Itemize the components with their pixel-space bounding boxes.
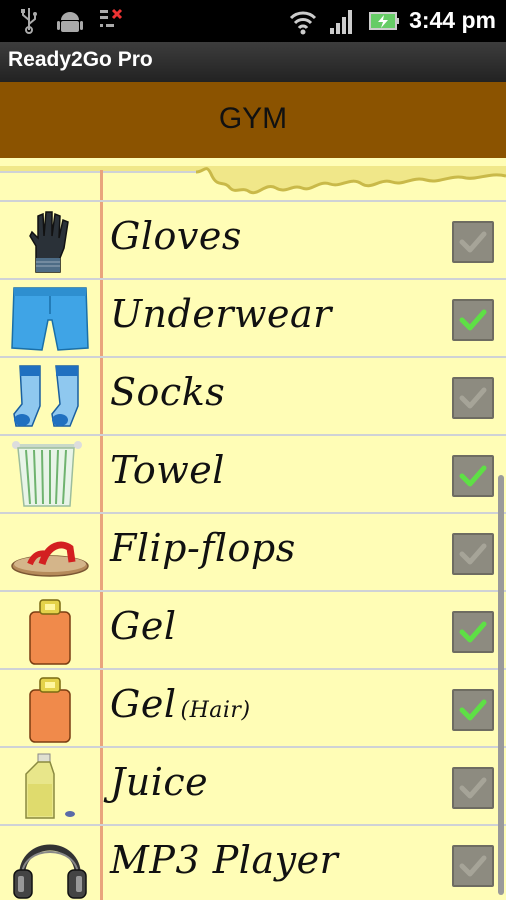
- checklist[interactable]: Gloves Underwear Socks Towel Flip-flops …: [0, 158, 506, 900]
- category-title: GYM: [218, 102, 288, 135]
- headphones-icon: [13, 844, 87, 899]
- sync-error-icon: [100, 8, 123, 27]
- wifi-icon: [289, 11, 317, 35]
- category-header[interactable]: GYM: [0, 82, 506, 160]
- item-checkbox[interactable]: [452, 377, 494, 419]
- status-bar: 3:44 pm: [0, 0, 506, 42]
- usb-icon: [21, 8, 37, 34]
- check-icon: [459, 699, 487, 721]
- list-item[interactable]: Gel (Hair): [0, 668, 506, 746]
- item-label: Gel (Hair): [110, 682, 251, 726]
- check-icon: [459, 777, 487, 799]
- list-item[interactable]: Gel: [0, 590, 506, 668]
- gel-bottle-icon: [29, 599, 71, 665]
- item-label: MP3 Player: [110, 838, 339, 882]
- item-label: Underwear: [110, 292, 332, 336]
- towel-icon: [12, 441, 82, 507]
- list-item[interactable]: Flip-flops: [0, 512, 506, 590]
- check-icon: [459, 621, 487, 643]
- status-time: 3:44 pm: [409, 7, 496, 33]
- item-checkbox[interactable]: [452, 533, 494, 575]
- flip-flops-icon: [11, 541, 89, 577]
- check-icon: [459, 309, 487, 331]
- list-item[interactable]: Socks: [0, 356, 506, 434]
- item-label: Flip-flops: [110, 526, 296, 570]
- gel-bottle-icon: [29, 677, 71, 743]
- juice-bottle-icon: [25, 753, 75, 819]
- android-debug-icon: [57, 12, 83, 32]
- item-label: Gloves: [110, 214, 242, 258]
- gloves-icon: [29, 211, 69, 273]
- item-checkbox[interactable]: [452, 845, 494, 887]
- item-label: Socks: [110, 370, 226, 414]
- item-checkbox[interactable]: [452, 767, 494, 809]
- check-icon: [459, 231, 487, 253]
- item-checkbox[interactable]: [452, 221, 494, 263]
- check-icon: [459, 543, 487, 565]
- list-item[interactable]: MP3 Player: [0, 824, 506, 900]
- signal-icon: [330, 10, 352, 34]
- item-checkbox[interactable]: [452, 455, 494, 497]
- item-label: Towel: [110, 448, 225, 492]
- torn-paper-edge: [0, 166, 506, 195]
- list-item[interactable]: Towel: [0, 434, 506, 512]
- item-checkbox[interactable]: [452, 611, 494, 653]
- underwear-icon: [11, 287, 89, 351]
- item-checkbox[interactable]: [452, 299, 494, 341]
- check-icon: [459, 387, 487, 409]
- list-item[interactable]: Juice: [0, 746, 506, 824]
- check-icon: [459, 465, 487, 487]
- check-icon: [459, 855, 487, 877]
- app-title-bar: Ready2Go Pro: [0, 42, 506, 82]
- scrollbar[interactable]: [498, 475, 504, 895]
- socks-icon: [13, 365, 79, 427]
- battery-charging-icon: [369, 12, 399, 30]
- item-checkbox[interactable]: [452, 689, 494, 731]
- list-item[interactable]: Underwear: [0, 278, 506, 356]
- item-label: Gel: [110, 604, 177, 648]
- list-item[interactable]: Gloves: [0, 200, 506, 278]
- item-label: Juice: [110, 760, 209, 804]
- app-title: Ready2Go Pro: [8, 48, 153, 71]
